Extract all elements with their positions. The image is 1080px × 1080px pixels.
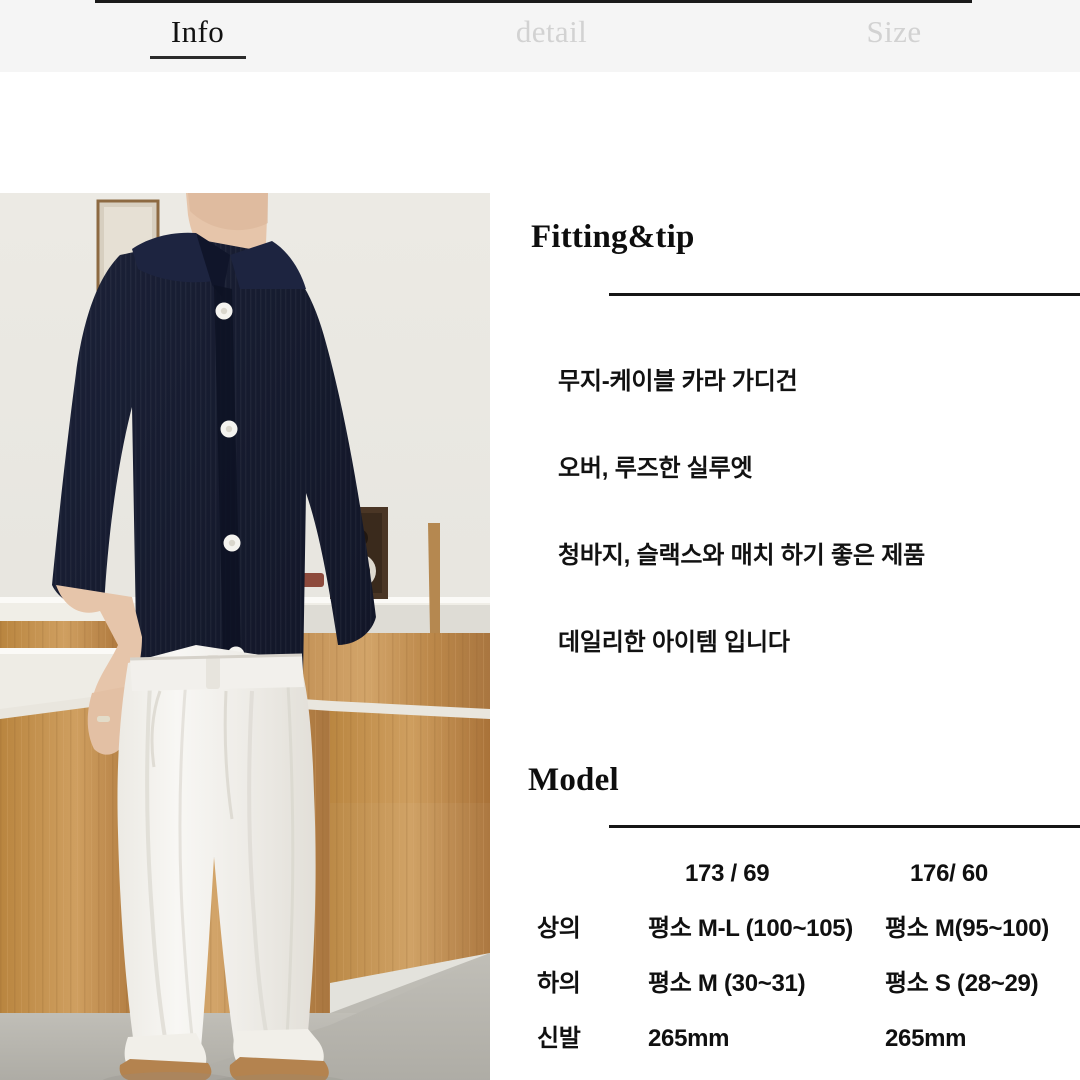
product-info-column: Fitting&tip 무지-케이블 카라 가디건 오버, 루즈한 실루엣 청바… (490, 72, 1080, 1080)
tab-size-label: Size (866, 14, 922, 49)
table-cell-model-b: 평소 S (28~29) (885, 970, 1039, 997)
fitting-tip-list: 무지-케이블 카라 가디건 오버, 루즈한 실루엣 청바지, 슬랙스와 매치 하… (558, 370, 1078, 655)
tab-detail-label: detail (515, 14, 588, 49)
table-row-label: 신발 (537, 1025, 581, 1052)
table-row: 상의 평소 M-L (100~105) 평소 M(95~100) (490, 917, 1080, 972)
tab-active-indicator (149, 56, 246, 59)
fitting-tip-line: 오버, 루즈한 실루엣 (558, 455, 753, 482)
model-divider (609, 825, 1080, 828)
table-cell-model-b: 265mm (885, 1025, 967, 1052)
tab-bar: Info detail Size (0, 0, 1080, 72)
fitting-tip-line: 데일리한 아이템 입니다 (558, 629, 790, 656)
tab-info-label: Info (170, 14, 225, 49)
model-size-table: 173 / 69 176/ 60 상의 평소 M-L (100~105) 평소 … (490, 862, 1080, 1080)
table-cell-model-a: 평소 M-L (100~105) (648, 915, 853, 942)
tab-size[interactable]: Size (708, 0, 1080, 72)
fitting-tip-heading: Fitting&tip (531, 219, 695, 255)
tab-detail[interactable]: detail (395, 0, 708, 72)
table-cell-model-b: 평소 M(95~100) (885, 915, 1049, 942)
table-row: 하의 평소 M (30~31) 평소 S (28~29) (490, 972, 1080, 1027)
table-cell-model-a: 265mm (648, 1025, 730, 1052)
product-detail-page: Info detail Size Fitting&tip 무지-케이블 카라 가… (0, 0, 1080, 1080)
tab-list: Info detail Size (0, 0, 1080, 72)
product-photo (0, 193, 490, 1080)
fitting-tip-divider (609, 293, 1080, 296)
table-header-model-a: 173 / 69 (685, 860, 770, 887)
table-header-model-b: 176/ 60 (910, 860, 988, 887)
table-row-label: 하의 (537, 970, 581, 997)
table-cell-model-a: 평소 M (30~31) (648, 970, 806, 997)
product-photo-illustration (0, 193, 490, 1080)
tab-info[interactable]: Info (0, 0, 395, 72)
table-row: 신발 265mm 265mm (490, 1027, 1080, 1080)
fitting-tip-line: 청바지, 슬랙스와 매치 하기 좋은 제품 (558, 542, 926, 569)
fitting-tip-line: 무지-케이블 카라 가디건 (558, 368, 798, 395)
table-row-label: 상의 (537, 915, 581, 942)
model-heading: Model (528, 762, 619, 798)
table-header-row: 173 / 69 176/ 60 (490, 862, 1080, 917)
